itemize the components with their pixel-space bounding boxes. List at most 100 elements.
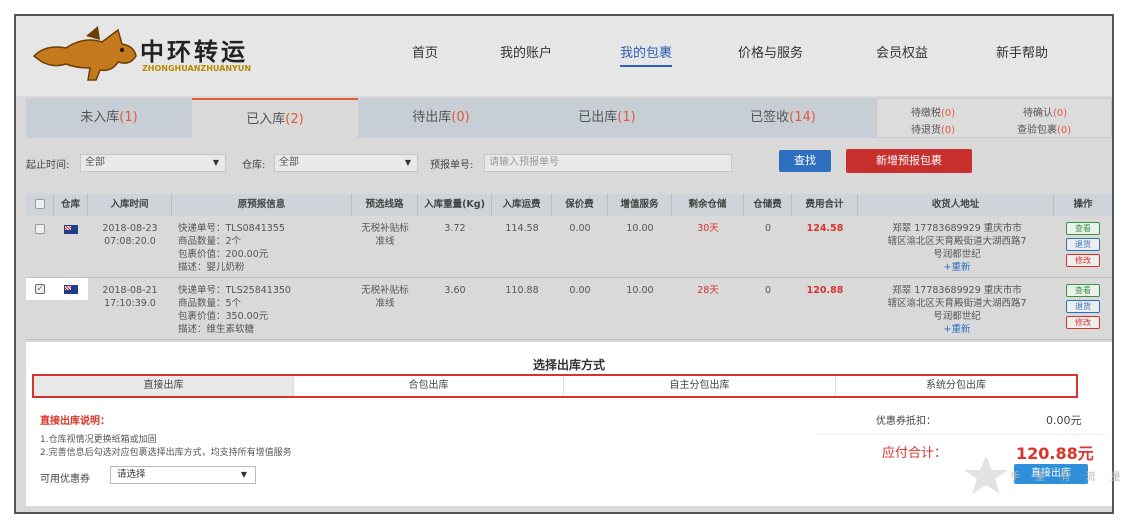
- header-cell: 仓储费: [744, 194, 792, 216]
- edit-button[interactable]: 修改: [1066, 316, 1100, 329]
- stat-label: 查验包裹: [1017, 125, 1057, 136]
- header-cell: 原预报信息: [172, 194, 352, 216]
- logo-subtitle: ZHONGHUANZHUANYUN: [142, 64, 252, 73]
- header-cell: 入库时间: [88, 194, 172, 216]
- route-line: 准线: [375, 236, 395, 247]
- storage-remaining: 28天: [697, 285, 719, 296]
- nav-help[interactable]: 新手帮助: [996, 42, 1048, 61]
- address-line: 辖区渝北区天育殿街道大湖西路7: [887, 298, 1027, 309]
- info-line: 描述：婴儿奶粉: [178, 262, 245, 273]
- stored-clock: 07:08:20.0: [104, 236, 156, 247]
- australia-flag-icon: [64, 225, 78, 234]
- info-line: 包裹价值：350.00元: [178, 311, 269, 322]
- stat-label: 待缴税: [911, 108, 941, 119]
- status-tabs: 未入库(1) 已入库(2) 待出库(0) 已出库(1) 已签收(14) 待缴税(…: [26, 98, 1112, 138]
- value-added-fee: 10.00: [626, 285, 654, 296]
- route-line: 无税补贴标: [361, 285, 409, 296]
- time-select[interactable]: 全部 ▼: [80, 154, 226, 172]
- select-all-checkbox[interactable]: [35, 199, 45, 209]
- stored-clock: 17:10:39.0: [104, 298, 156, 309]
- tab-pending-out[interactable]: 待出库(0): [358, 98, 524, 138]
- tab-label: 待出库: [412, 110, 452, 125]
- nav-membership[interactable]: 会员权益: [876, 42, 928, 61]
- total-fee: 124.58: [806, 223, 844, 234]
- address-renew-link[interactable]: +重新: [862, 261, 1052, 274]
- info-line: 商品数量：5个: [178, 298, 242, 309]
- watermark-text: 手 里 有 流 量: [1010, 472, 1127, 483]
- forecast-label: 预报单号:: [430, 160, 474, 171]
- insurance-fee: 0.00: [569, 223, 591, 234]
- info-line: 描述：维生素软糖: [178, 324, 255, 335]
- stat-label: 待确认: [1023, 108, 1053, 119]
- tab-label: 未入库: [80, 110, 120, 125]
- nav-account[interactable]: 我的账户: [500, 42, 552, 61]
- return-button[interactable]: 退货: [1066, 238, 1100, 251]
- header-cell: 剩余仓储: [672, 194, 744, 216]
- stored-date: 2018-08-23: [102, 223, 158, 234]
- table-row: 2018-08-23 07:08:20.0 快递单号：TLS0841355 商品数…: [26, 216, 1112, 278]
- stat-pending-tax[interactable]: 待缴税(0): [911, 104, 955, 119]
- panel-title: 选择出库方式: [532, 358, 605, 372]
- tab-count: (2): [285, 112, 304, 127]
- insurance-fee: 0.00: [569, 285, 591, 296]
- address-renew-link[interactable]: +重新: [862, 323, 1052, 336]
- freight: 110.88: [505, 285, 539, 296]
- tab-stored[interactable]: 已入库(2): [192, 98, 358, 138]
- route-line: 准线: [375, 298, 395, 309]
- edit-button[interactable]: 修改: [1066, 254, 1100, 267]
- method-merge[interactable]: 合包出库: [294, 376, 564, 396]
- new-forecast-button[interactable]: 新增预报包裹: [846, 149, 972, 173]
- storage-fee: 0: [764, 223, 772, 234]
- header-cell: 增值服务: [608, 194, 672, 216]
- stat-count: (0): [941, 125, 956, 136]
- method-system-split[interactable]: 系统分包出库: [836, 376, 1076, 396]
- header-select: [26, 194, 54, 216]
- nav-home[interactable]: 首页: [412, 42, 438, 61]
- explain-line: 2.完善信息后勾选对应包裹选择出库方式，均支持所有增值服务: [40, 448, 292, 458]
- nav-pricing[interactable]: 价格与服务: [738, 42, 803, 61]
- chevron-down-icon: ▼: [404, 158, 411, 167]
- method-self-split[interactable]: 自主分包出库: [564, 376, 836, 396]
- discount-value: 0.00元: [1046, 414, 1082, 427]
- stat-inspection[interactable]: 查验包裹(0): [1017, 121, 1071, 136]
- side-stats: 待缴税(0) 待确认(0) 待退货(0) 查验包裹(0): [876, 98, 1112, 138]
- chevron-down-icon: ▼: [212, 158, 219, 167]
- coupon-select[interactable]: 请选择 ▼: [110, 466, 256, 484]
- filter-bar: 起止时间: 全部 ▼ 仓库: 全部 ▼ 预报单号: 请输入预报单号 查找 新增预报包…: [26, 149, 1112, 176]
- address-line: 郑翠 17783689929 重庆市市: [892, 285, 1022, 296]
- header-cell: 保价费: [552, 194, 608, 216]
- header-cell: 入库重量(Kg): [418, 194, 492, 216]
- page-frame: 中环转运 ZHONGHUANZHUANYUN 首页 我的账户 我的包裹 价格与服…: [14, 14, 1114, 514]
- outbound-method-tabs: 直接出库 合包出库 自主分包出库 系统分包出库: [32, 374, 1078, 398]
- australia-flag-icon: [64, 285, 78, 294]
- stat-label: 待退货: [911, 125, 941, 136]
- tab-label: 已入库: [246, 112, 286, 127]
- info-line: 包裹价值：200.00元: [178, 249, 269, 260]
- row-checkbox[interactable]: [35, 224, 45, 234]
- view-button[interactable]: 查看: [1066, 284, 1100, 297]
- stat-pending-return[interactable]: 待退货(0): [911, 121, 955, 136]
- tab-not-stored[interactable]: 未入库(1): [26, 98, 192, 138]
- route: 无税补贴标 准线: [352, 284, 418, 310]
- warehouse-select[interactable]: 全部 ▼: [274, 154, 418, 172]
- method-direct[interactable]: 直接出库: [34, 376, 294, 396]
- tab-shipped[interactable]: 已出库(1): [524, 98, 690, 138]
- info-line: 快递单号：TLS0841355: [178, 223, 285, 234]
- coupon-select-value: 请选择: [117, 469, 146, 480]
- search-button[interactable]: 查找: [779, 150, 831, 172]
- weight: 3.60: [444, 285, 466, 296]
- nav-my-packages[interactable]: 我的包裹: [620, 42, 673, 67]
- site-header: 中环转运 ZHONGHUANZHUANYUN 首页 我的账户 我的包裹 价格与服…: [16, 16, 1112, 96]
- return-button[interactable]: 退货: [1066, 300, 1100, 313]
- forecast-input[interactable]: 请输入预报单号: [484, 154, 732, 172]
- header-cell: 操作: [1073, 199, 1093, 210]
- tab-signed[interactable]: 已签收(14): [690, 98, 876, 138]
- stat-pending-confirm[interactable]: 待确认(0): [1023, 104, 1067, 119]
- coupon-label: 可用优惠券: [40, 474, 90, 485]
- row-checkbox-checked[interactable]: ✓: [35, 284, 45, 294]
- tab-label: 已签收: [750, 110, 790, 125]
- view-button[interactable]: 查看: [1066, 222, 1100, 235]
- tab-count: (1): [617, 110, 636, 125]
- forecast-info: 快递单号：TLS25841350 商品数量：5个 包裹价值：350.00元 描述…: [178, 284, 350, 336]
- recipient-address: 郑翠 17783689929 重庆市市 辖区渝北区天育殿街道大湖西路7 号润都世…: [862, 222, 1052, 274]
